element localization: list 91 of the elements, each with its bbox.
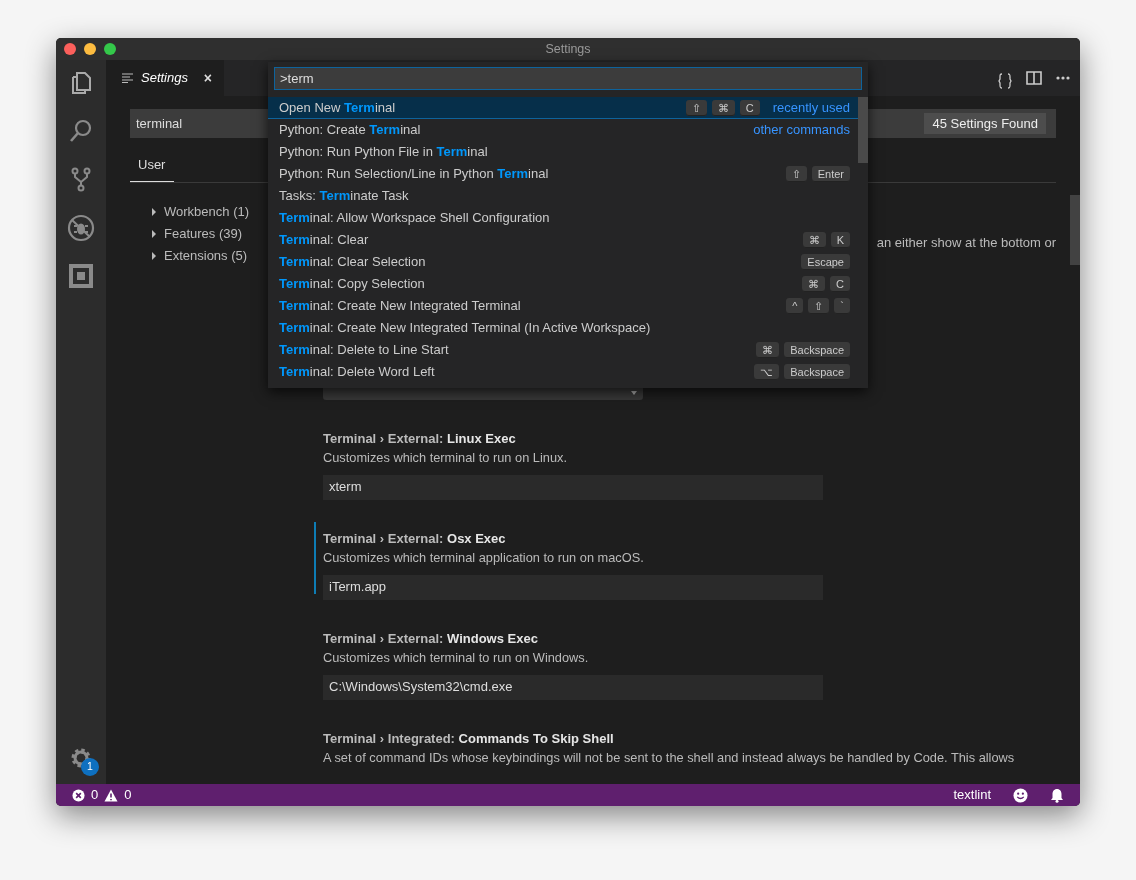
minimize-window-button[interactable] (84, 43, 96, 55)
command-label: Terminal: Create New Integrated Terminal (In Active Workspace) (279, 319, 651, 338)
setting-description: Customizes which terminal to run on Windows. (323, 649, 590, 666)
more-icon[interactable] (1056, 76, 1070, 80)
lines-icon (122, 73, 133, 83)
key-cap: Enter (811, 166, 850, 182)
command-item[interactable]: Terminal: Allow Workspace Shell Configuration (268, 207, 862, 229)
command-label: Python: Run Selection/Line in Python Terminal (279, 165, 549, 184)
key-cap: Backspace (784, 364, 850, 380)
setting-description: Customizes which terminal to run on Linux. (323, 449, 568, 466)
command-label: Terminal: Clear Selection (279, 253, 426, 272)
key-cap: ⇧ (808, 298, 830, 314)
key-cap: ⌘ (802, 232, 826, 248)
setting-description: Customizes which terminal application to run on macOS. (323, 549, 645, 566)
key-cap: C (739, 100, 760, 116)
key-cap: C (830, 276, 850, 292)
command-item[interactable]: Python: Create Terminal other commands (268, 119, 862, 141)
key-cap: K (830, 232, 850, 248)
key-cap: ⌘ (802, 276, 826, 292)
window-title: Settings (545, 40, 591, 58)
notification-badge: 1 (81, 758, 99, 776)
tree-item[interactable]: Features (39) (164, 223, 243, 244)
command-item[interactable]: Terminal: Clear ⌘ K (268, 229, 862, 251)
command-item[interactable]: Tasks: Terminate Task (268, 185, 862, 207)
caret-icon[interactable] (152, 207, 156, 216)
setting-title: Terminal › Integrated: Commands To Skip Shell (323, 729, 615, 746)
extensions-icon[interactable] (69, 264, 93, 288)
key-cap: ⌘ (756, 342, 780, 358)
input-field[interactable]: xterm (323, 474, 823, 500)
command-item[interactable]: Terminal: Create New Integrated Terminal ^ ⇧ ` (268, 295, 862, 317)
warning-icon[interactable] (104, 788, 119, 802)
error-count[interactable]: 0 (91, 785, 99, 805)
key-cap: Escape (801, 254, 850, 270)
command-label: Terminal: Copy Selection (279, 275, 425, 294)
command-item[interactable]: Terminal: Delete Word Left ⌥ Backspace (268, 361, 862, 383)
command-item[interactable]: Python: Run Python File in Terminal (268, 141, 862, 163)
command-label: Python: Create Terminal (279, 121, 421, 140)
setting-description: an either show at the bottom or (876, 233, 1056, 249)
command-label: Terminal: Delete to Line Start (279, 341, 449, 360)
command-item[interactable]: Terminal: Clear Selection Escape (268, 251, 862, 273)
setting-title: Terminal › External: Linux Exec (323, 429, 517, 446)
gear-icon[interactable] (69, 746, 93, 770)
bell-icon[interactable] (1050, 787, 1064, 803)
command-item[interactable]: Terminal: Delete to Line Start ⌘ Backspace (268, 339, 862, 361)
command-label: Terminal: Clear (279, 231, 369, 250)
braces-icon[interactable] (998, 70, 1012, 86)
key-cap: ⇧ (685, 100, 707, 116)
command-item[interactable]: Python: Run Selection/Line in Python Terminal ⇧ Enter (268, 163, 862, 185)
error-icon[interactable] (72, 788, 85, 802)
key-cap: ` (834, 298, 850, 314)
tree-item[interactable]: Workbench (1) (164, 201, 249, 222)
command-label: Open New Terminal (279, 99, 396, 118)
command-item[interactable]: Terminal: Copy Selection ⌘ C (268, 273, 862, 295)
command-group-label: other commands (753, 121, 850, 140)
scrollbar-thumb[interactable] (858, 97, 868, 163)
key-cap: ⌥ (754, 364, 780, 380)
caret-icon[interactable] (152, 251, 156, 260)
caret-icon[interactable] (152, 229, 156, 238)
search-icon[interactable] (68, 118, 94, 144)
tab-label: Settings (141, 69, 188, 88)
setting-title: Terminal › External: Osx Exec (323, 529, 507, 546)
scrollbar-thumb[interactable] (1070, 195, 1080, 265)
close-icon[interactable]: × (199, 67, 216, 89)
result-count: 45 Settings Found (924, 112, 1046, 135)
tree-item[interactable]: Extensions (5) (164, 245, 248, 266)
command-label: Tasks: Terminate Task (279, 187, 409, 206)
command-label: Terminal: Delete Word Left (279, 363, 435, 382)
close-window-button[interactable] (64, 43, 76, 55)
key-cap: ⇧ (785, 166, 807, 182)
bug-icon[interactable] (67, 214, 95, 242)
command-label: Python: Run Python File in Terminal (279, 143, 488, 162)
key-cap: ⌘ (711, 100, 735, 116)
key-cap: Backspace (784, 342, 850, 358)
smiley-icon[interactable] (1013, 787, 1028, 803)
key-cap: ^ (786, 298, 804, 314)
command-item[interactable]: Terminal: Create New Integrated Terminal (In Active Workspace) (268, 317, 862, 339)
warning-count[interactable]: 0 (124, 785, 132, 805)
scope-tab[interactable]: User (130, 155, 174, 182)
zoom-window-button[interactable] (104, 43, 116, 55)
command-input[interactable]: >term (274, 67, 862, 90)
split-editor-icon[interactable] (1026, 71, 1042, 85)
setting-title: Terminal › External: Windows Exec (323, 629, 539, 646)
search-text: terminal (136, 114, 183, 133)
status-label[interactable]: textlint (953, 785, 991, 805)
editor-tab[interactable]: Settings × (106, 60, 224, 96)
setting-description: A set of command IDs whose keybindings will not be sent to the shell and instead always be handled by Code. This allows (323, 749, 1016, 766)
input-field[interactable]: C:\Windows\System32\cmd.exe (323, 674, 823, 700)
command-group-label: recently used (772, 99, 850, 118)
input-field[interactable]: iTerm.app (323, 574, 823, 600)
command-label: Terminal: Allow Workspace Shell Configuration (279, 209, 550, 228)
command-label: Terminal: Create New Integrated Terminal (279, 297, 521, 316)
